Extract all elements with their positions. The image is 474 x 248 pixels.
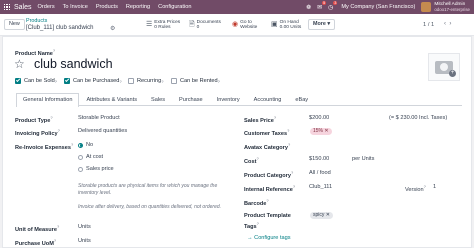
product-type-help-text: Storable products are physical items for… (78, 183, 218, 196)
internal-reference-field[interactable]: Club_111 (309, 184, 332, 190)
menu-configuration[interactable]: Configuration (158, 4, 191, 10)
product-category-field[interactable]: All / food (309, 170, 331, 176)
arrow-right-icon: → (247, 235, 253, 241)
chevron-left-icon[interactable]: ‹ (444, 21, 446, 27)
favorite-star-icon[interactable]: ☆ (14, 57, 25, 71)
tab-sales[interactable]: Sales (144, 93, 172, 106)
new-button[interactable]: New (4, 19, 25, 30)
avatax-category-label: Avatax Category? (244, 142, 291, 151)
cubes-icon: ▣ (271, 21, 278, 29)
purchase-uom-label: Purchase UoM? (15, 238, 57, 247)
breadcrumb-current: [Club_111] club sandwich (26, 25, 94, 31)
globe-icon: ◉ (232, 21, 239, 29)
reinvoice-expenses-label: Re-Invoice Expenses? (15, 142, 74, 151)
reinvoice-option-no[interactable]: No (78, 142, 93, 148)
tab-ebay[interactable]: eBay (288, 93, 315, 106)
clock-icon[interactable]: ◷ 3 (328, 0, 338, 11)
product-image-upload[interactable]: + (428, 53, 460, 81)
product-type-label: Product Type? (15, 115, 53, 124)
chat-badge: 5 (322, 0, 327, 5)
menu-reporting[interactable]: Reporting (126, 4, 150, 10)
apps-menu-icon[interactable] (2, 0, 12, 14)
barcode-label: Barcode? (244, 198, 269, 207)
cost-field[interactable]: $150.00 (309, 156, 329, 162)
customer-tax-tag[interactable]: 15% ✕ (310, 128, 332, 135)
menu-to-invoice[interactable]: To Invoice (63, 4, 88, 10)
tab-purchase[interactable]: Purchase (172, 93, 210, 106)
purchase-uom-field[interactable]: Units (78, 238, 91, 244)
user-database: odoo17-enterprise (434, 7, 470, 12)
form-tabs: General Information Attributes & Variant… (16, 93, 462, 107)
version-label: Version? (405, 184, 426, 193)
pager-arrows[interactable]: ‹ › (444, 21, 451, 27)
company-switcher[interactable]: My Company (San Francisco) (341, 4, 415, 10)
tab-accounting[interactable]: Accounting (247, 93, 289, 106)
tab-inventory[interactable]: Inventory (210, 93, 247, 106)
more-button[interactable]: More ▾ (308, 19, 336, 30)
pager-value[interactable]: 1 / 1 (423, 22, 434, 28)
customer-taxes-label: Customer Taxes? (244, 128, 290, 137)
documents-button[interactable]: 🗎 Documents 0 (189, 16, 221, 34)
cost-per-unit: per Units (352, 156, 375, 162)
configure-tags-link[interactable]: → Configure tags (247, 235, 291, 241)
camera-icon: + (435, 60, 456, 77)
tab-attributes-variants[interactable]: Attributes & Variants (79, 93, 144, 106)
avatar (421, 2, 432, 12)
chevron-right-icon[interactable]: › (449, 21, 451, 27)
reinvoice-option-at-cost[interactable]: At cost (78, 154, 103, 160)
recurring-checkbox[interactable]: Recurring? (128, 78, 163, 84)
product-name-label: Product Name? (15, 48, 56, 57)
can-be-purchased-checkbox[interactable]: Can be Purchased? (64, 78, 122, 84)
go-to-website-button[interactable]: ◉ Go to Website (232, 16, 257, 34)
user-menu[interactable]: Mitchell Admin odoo17-enterprise (421, 2, 470, 13)
bug-icon[interactable]: ❁ (306, 4, 311, 11)
template-tag-chip[interactable]: spicy ✕ (310, 212, 333, 219)
tab-general-information[interactable]: General Information (16, 93, 80, 107)
can-be-rented-checkbox[interactable]: Can be Rented? (171, 78, 220, 84)
product-category-label: Product Category? (244, 170, 294, 179)
invoicing-policy-field[interactable]: Delivered quantities (78, 128, 127, 134)
product-name-input[interactable]: club sandwich (34, 57, 113, 71)
document-icon: 🗎 (189, 21, 195, 29)
can-be-sold-checkbox[interactable]: Can be Sold? (15, 78, 57, 84)
list-icon: ☰ (146, 21, 153, 29)
form-sheet: Product Name? ☆ club sandwich + Can be S… (2, 36, 472, 248)
template-tags-label: Product Template Tags? (244, 213, 291, 230)
menu-products[interactable]: Products (96, 4, 118, 10)
app-name[interactable]: Sales (14, 4, 32, 11)
sales-price-label: Sales Price? (244, 115, 277, 124)
invoicing-policy-help-text: Invoice after delivery, based on quantit… (78, 204, 222, 210)
breadcrumb-parent[interactable]: Products (26, 18, 47, 24)
remove-tag-icon[interactable]: ✕ (324, 128, 328, 134)
chat-icon[interactable]: ✉ 5 (317, 0, 327, 11)
sales-price-incl-taxes: (= $ 230.00 Incl. Taxes) (389, 115, 448, 121)
extra-prices-button[interactable]: ☰ Extra Prices 0 Rules (146, 16, 180, 34)
invoicing-policy-label: Invoicing Policy? (15, 128, 60, 137)
version-field[interactable]: 1 (433, 184, 436, 190)
product-type-field[interactable]: Storable Product (78, 115, 120, 121)
reinvoice-option-sales-price[interactable]: Sales price (78, 166, 114, 172)
unit-of-measure-field[interactable]: Units (78, 224, 91, 230)
internal-reference-label: Internal Reference? (244, 184, 296, 193)
unit-of-measure-label: Unit of Measure? (15, 224, 60, 233)
activity-badge: 3 (333, 0, 338, 5)
control-panel: New Products [Club_111] club sandwich ⚙ … (0, 14, 474, 36)
cost-label: Cost? (244, 156, 259, 165)
gear-icon[interactable]: ⚙ (110, 25, 115, 32)
on-hand-button[interactable]: ▣ On Hand 0.00 Units (271, 16, 301, 34)
remove-tag-icon[interactable]: ✕ (326, 212, 330, 218)
top-navbar: Sales Orders To Invoice Products Reporti… (0, 0, 474, 14)
sales-price-field[interactable]: $200.00 (309, 115, 329, 121)
menu-orders[interactable]: Orders (38, 4, 55, 10)
